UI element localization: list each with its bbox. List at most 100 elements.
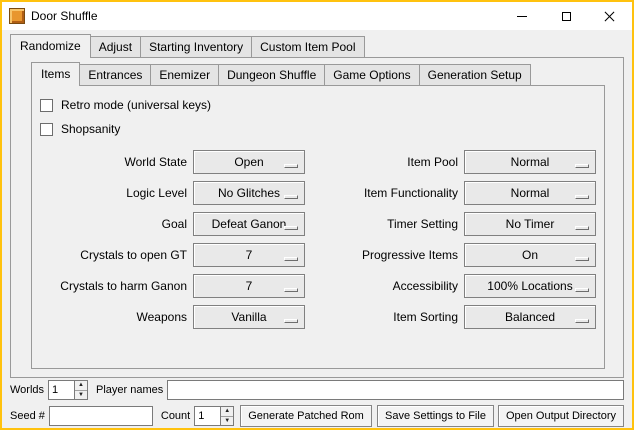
crystals-harm-ganon-value: 7 xyxy=(246,279,253,293)
window-controls xyxy=(500,2,632,30)
timer-setting-value: No Timer xyxy=(506,217,555,231)
weapons-label: Weapons xyxy=(40,310,187,324)
goal-label: Goal xyxy=(40,217,187,231)
seed-input[interactable] xyxy=(49,406,153,426)
timer-setting-label: Timer Setting xyxy=(311,217,458,231)
crystals-harm-ganon-label: Crystals to harm Ganon xyxy=(40,279,187,293)
tab-generation-setup[interactable]: Generation Setup xyxy=(419,64,531,85)
item-pool-label: Item Pool xyxy=(311,155,458,169)
save-settings-button[interactable]: Save Settings to File xyxy=(377,405,494,427)
dropdown-indicator-icon xyxy=(575,319,589,323)
spin-up-icon[interactable]: ▲ xyxy=(75,381,87,391)
worlds-spinner[interactable]: 1 ▲ ▼ xyxy=(48,380,88,400)
primary-tabs: Randomize Adjust Starting Inventory Cust… xyxy=(10,34,624,57)
dropdown-progressive-items[interactable]: On xyxy=(464,243,596,267)
dropdown-timer-setting[interactable]: No Timer xyxy=(464,212,596,236)
tab-starting-inventory[interactable]: Starting Inventory xyxy=(140,36,252,57)
player-names-label: Player names xyxy=(96,384,163,396)
dropdown-indicator-icon xyxy=(575,164,589,168)
tab-game-options[interactable]: Game Options xyxy=(324,64,419,85)
accessibility-value: 100% Locations xyxy=(487,279,572,293)
open-output-directory-button[interactable]: Open Output Directory xyxy=(498,405,624,427)
dropdown-indicator-icon xyxy=(284,257,298,261)
worlds-value: 1 xyxy=(49,381,74,399)
maximize-icon xyxy=(562,12,571,21)
tab-entrances[interactable]: Entrances xyxy=(79,64,151,85)
item-sorting-value: Balanced xyxy=(505,310,555,324)
dropdown-item-functionality[interactable]: Normal xyxy=(464,181,596,205)
dropdown-item-pool[interactable]: Normal xyxy=(464,150,596,174)
generate-patched-rom-button[interactable]: Generate Patched Rom xyxy=(240,405,372,427)
count-value: 1 xyxy=(195,407,220,425)
dropdown-indicator-icon xyxy=(575,195,589,199)
retro-mode-label: Retro mode (universal keys) xyxy=(61,98,211,112)
goal-value: Defeat Ganon xyxy=(212,217,287,231)
progressive-items-value: On xyxy=(522,248,538,262)
item-pool-value: Normal xyxy=(511,155,550,169)
bottom-bar: Worlds 1 ▲ ▼ Player names Seed # xyxy=(10,378,624,428)
minimize-icon xyxy=(517,16,527,17)
item-sorting-label: Item Sorting xyxy=(311,310,458,324)
close-icon xyxy=(604,10,616,22)
world-state-value: Open xyxy=(234,155,263,169)
logic-level-label: Logic Level xyxy=(40,186,187,200)
retro-mode-row: Retro mode (universal keys) xyxy=(40,94,596,116)
tab-randomize[interactable]: Randomize xyxy=(10,34,91,58)
dropdown-world-state[interactable]: Open xyxy=(193,150,305,174)
player-names-input[interactable] xyxy=(167,380,624,400)
dropdown-indicator-icon xyxy=(284,288,298,292)
count-spinner[interactable]: 1 ▲ ▼ xyxy=(194,406,234,426)
close-button[interactable] xyxy=(588,2,632,30)
worlds-row: Worlds 1 ▲ ▼ Player names xyxy=(10,378,624,402)
count-spinner-arrows: ▲ ▼ xyxy=(220,407,233,425)
dropdown-indicator-icon xyxy=(284,164,298,168)
world-state-label: World State xyxy=(40,155,187,169)
seed-row: Seed # Count 1 ▲ ▼ Generate Patched Rom … xyxy=(10,404,624,428)
shopsanity-checkbox[interactable] xyxy=(40,123,53,136)
titlebar[interactable]: Door Shuffle xyxy=(2,2,632,30)
maximize-button[interactable] xyxy=(544,2,588,30)
tab-items[interactable]: Items xyxy=(31,62,80,86)
progressive-items-label: Progressive Items xyxy=(311,248,458,262)
tab-adjust[interactable]: Adjust xyxy=(90,36,141,57)
dropdown-accessibility[interactable]: 100% Locations xyxy=(464,274,596,298)
dropdown-goal[interactable]: Defeat Ganon xyxy=(193,212,305,236)
accessibility-label: Accessibility xyxy=(311,279,458,293)
dropdown-indicator-icon xyxy=(575,226,589,230)
app-icon xyxy=(9,8,25,24)
crystals-open-gt-value: 7 xyxy=(246,248,253,262)
dropdown-weapons[interactable]: Vanilla xyxy=(193,305,305,329)
seed-label: Seed # xyxy=(10,410,45,422)
spin-down-icon[interactable]: ▼ xyxy=(221,417,233,426)
minimize-button[interactable] xyxy=(500,2,544,30)
dropdown-indicator-icon xyxy=(284,195,298,199)
secondary-tabs: Items Entrances Enemizer Dungeon Shuffle… xyxy=(31,62,605,85)
dropdown-indicator-icon xyxy=(284,319,298,323)
tab-dungeon-shuffle[interactable]: Dungeon Shuffle xyxy=(218,64,325,85)
shopsanity-label: Shopsanity xyxy=(61,122,120,136)
door-shuffle-window: Door Shuffle Randomize Adjust Starting I… xyxy=(0,0,634,430)
item-functionality-label: Item Functionality xyxy=(311,186,458,200)
dropdown-crystals-open-gt[interactable]: 7 xyxy=(193,243,305,267)
dropdown-indicator-icon xyxy=(575,257,589,261)
shopsanity-row: Shopsanity xyxy=(40,118,596,140)
retro-mode-checkbox[interactable] xyxy=(40,99,53,112)
dropdown-item-sorting[interactable]: Balanced xyxy=(464,305,596,329)
logic-level-value: No Glitches xyxy=(218,186,280,200)
randomize-pane: Items Entrances Enemizer Dungeon Shuffle… xyxy=(10,57,624,378)
window-title: Door Shuffle xyxy=(31,9,500,23)
item-functionality-value: Normal xyxy=(511,186,550,200)
dropdown-indicator-icon xyxy=(284,226,298,230)
weapons-value: Vanilla xyxy=(231,310,266,324)
dropdown-logic-level[interactable]: No Glitches xyxy=(193,181,305,205)
tab-custom-item-pool[interactable]: Custom Item Pool xyxy=(251,36,364,57)
tab-enemizer[interactable]: Enemizer xyxy=(150,64,219,85)
worlds-spinner-arrows: ▲ ▼ xyxy=(74,381,87,399)
window-body: Randomize Adjust Starting Inventory Cust… xyxy=(2,30,632,430)
crystals-open-gt-label: Crystals to open GT xyxy=(40,248,187,262)
dropdown-crystals-harm-ganon[interactable]: 7 xyxy=(193,274,305,298)
items-pane: Retro mode (universal keys) Shopsanity W… xyxy=(31,85,605,369)
spin-up-icon[interactable]: ▲ xyxy=(221,407,233,417)
count-label: Count xyxy=(161,410,190,422)
spin-down-icon[interactable]: ▼ xyxy=(75,391,87,400)
